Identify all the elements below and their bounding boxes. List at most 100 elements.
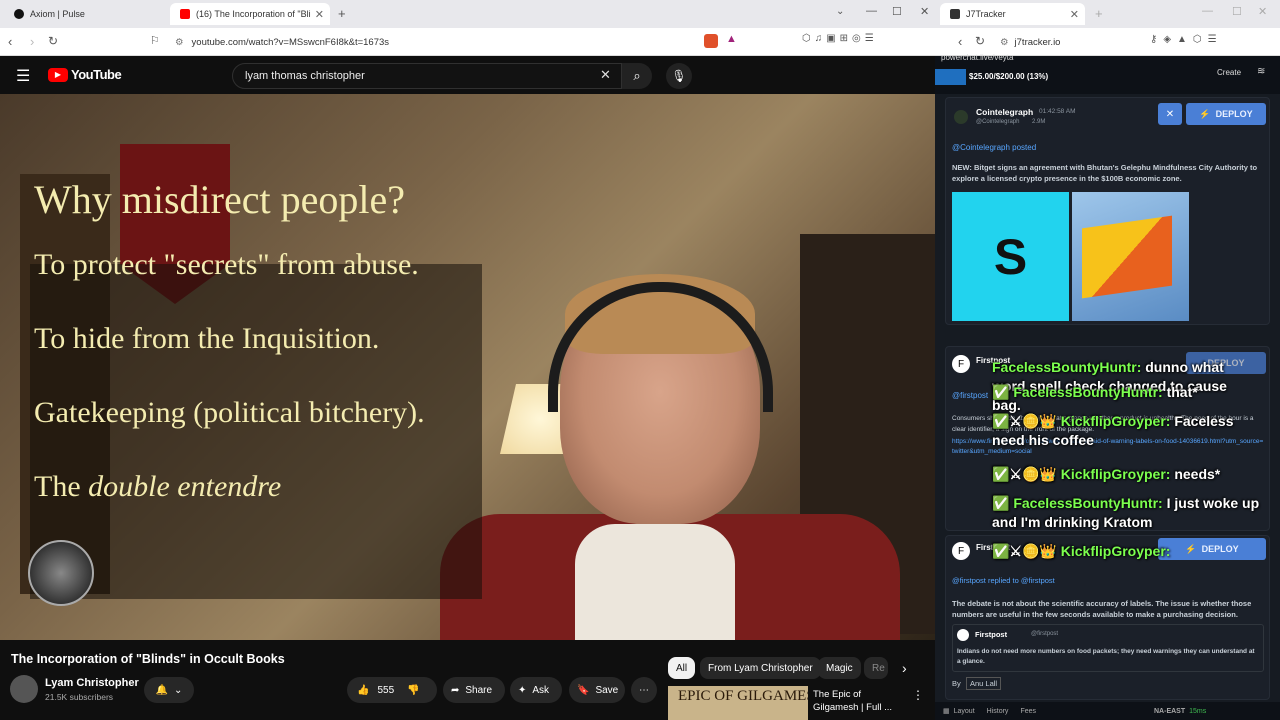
reload-icon[interactable]: ↻ [48, 34, 58, 48]
clear-search-icon[interactable]: ✕ [600, 67, 611, 83]
minimize-icon[interactable]: — [866, 5, 877, 17]
tab-label: J7Tracker [966, 9, 1006, 19]
site-info-icon[interactable]: ⚙ [175, 37, 184, 48]
reload-icon[interactable]: ↻ [975, 34, 985, 48]
more-actions-button[interactable]: ⋯ [631, 677, 657, 703]
chevron-down-icon: ⌄ [174, 684, 183, 696]
rewards-icon[interactable]: ▲ [726, 33, 737, 45]
create-button[interactable]: Create [1217, 68, 1241, 77]
save-button[interactable]: 🔖 Save [569, 677, 625, 703]
new-tab-icon[interactable]: + [1095, 6, 1103, 21]
account-name: Cointelegraph [976, 107, 1034, 117]
deploy-label: DEPLOY [1215, 109, 1253, 119]
chat-text: that* [1166, 384, 1198, 400]
share-label: Share [465, 684, 493, 696]
brave-shield-icon[interactable] [704, 34, 718, 48]
back-icon[interactable]: ‹ [8, 34, 12, 49]
channel-name[interactable]: Lyam Christopher [45, 677, 139, 689]
ping-label: 15ms [1189, 707, 1207, 715]
chip-from-channel[interactable]: From Lyam Christopher [700, 657, 821, 679]
post-cointelegraph[interactable]: Cointelegraph 01:42:58 AM @Cointelegraph… [945, 97, 1270, 325]
recommended-thumbnail[interactable]: EPIC OF GILGAMESH [668, 686, 808, 720]
url-text: youtube.com/watch?v=MSswcnF6I8k&t=1673s [191, 36, 390, 48]
thumbs-up-icon: 👍 [357, 684, 370, 696]
check-badge-icon: ✅ [992, 384, 1010, 400]
chat-username: FacelessBountyHuntr: [1013, 495, 1163, 511]
video-player[interactable]: Why misdirect people? To protect "secret… [0, 94, 935, 640]
author-name: Anu Lall [966, 677, 1002, 690]
j7tracker-favicon-icon [950, 9, 960, 19]
badge-icons: ✅⚔🪙👑 [992, 466, 1057, 482]
menu-icon[interactable]: ☰ [16, 66, 30, 86]
maximize-icon[interactable]: ☐ [1232, 5, 1242, 18]
axiom-icon [14, 9, 24, 19]
avatar[interactable] [10, 675, 38, 703]
history-button[interactable]: History [987, 708, 1009, 715]
fees-button[interactable]: Fees [1020, 708, 1036, 715]
like-button[interactable]: 👍 555 👎 [347, 677, 437, 703]
avatar [954, 110, 968, 124]
quote-text: Indians do not need more numbers on food… [957, 648, 1255, 665]
tab-axiom[interactable]: Axiom | Pulse [4, 3, 169, 25]
powerchat-label: powerchat.live/veyta [941, 53, 1014, 62]
quote-account: Firstpost [975, 630, 1008, 639]
subscriber-count: 21.5K subscribers [45, 692, 114, 702]
close-window-icon[interactable]: ✕ [920, 5, 929, 18]
ask-button[interactable]: ✦ Ask [510, 677, 562, 703]
youtube-logo[interactable]: ▶ YouTube [48, 67, 122, 82]
extension-icons[interactable]: ⚷◈▲⬡☰ [1150, 34, 1223, 45]
subscribed-button[interactable]: 🔔 ⌄ [144, 677, 194, 703]
chip-magic[interactable]: Magic [818, 657, 861, 679]
chip-partial[interactable]: Re [864, 657, 888, 679]
voice-search-button[interactable]: 🎙 [666, 63, 692, 89]
tab-youtube[interactable]: (16) The Incorporation of "Bli ✕ [170, 3, 330, 25]
tracker-footer: ▦ Layout History Fees NA-EAST 15ms [935, 702, 1280, 720]
chat-message: ✅⚔🪙👑 KickflipGroyper: needs* [992, 466, 1252, 483]
forward-icon[interactable]: › [30, 34, 34, 49]
channel-watermark-logo [28, 540, 94, 606]
chat-message: ✅⚔🪙👑 KickflipGroyper: [992, 543, 1192, 560]
tab-j7tracker[interactable]: J7Tracker ✕ [940, 3, 1085, 25]
more-icon: ⋯ [639, 684, 649, 696]
search-button[interactable]: ⌕ [622, 63, 652, 89]
search-icon: ⌕ [633, 68, 641, 83]
chat-username: FacelessBountyHuntr: [1013, 384, 1163, 400]
chip-all[interactable]: All [668, 657, 696, 679]
close-window-icon[interactable]: ✕ [1258, 5, 1267, 18]
deploy-button[interactable]: ⚡ DEPLOY [1186, 103, 1266, 125]
posted-label: @Cointelegraph posted [952, 143, 1037, 152]
site-info-icon[interactable]: ⚙ [1000, 37, 1009, 48]
youtube-play-icon: ▶ [48, 67, 68, 82]
bitget-logo-image: S [952, 192, 1069, 321]
quoted-post[interactable]: Firstpost @firstpost Indians do not need… [952, 624, 1264, 672]
layout-button[interactable]: Layout [954, 708, 975, 715]
posted-label: @firstpost [952, 391, 989, 400]
chat-text: needs* [1174, 466, 1221, 482]
new-tab-icon[interactable]: + [338, 6, 346, 21]
url-field[interactable]: ⚙ j7tracker.io [1000, 32, 1120, 52]
minimize-icon[interactable]: — [1202, 5, 1213, 17]
post-text: The debate is not about the scientific a… [952, 599, 1252, 619]
chevron-right-icon[interactable]: › [902, 660, 907, 676]
close-tab-icon[interactable]: ✕ [315, 8, 324, 21]
close-icon[interactable]: ✕ [1158, 103, 1182, 125]
chevron-down-icon[interactable]: ⌄ [836, 6, 844, 17]
close-tab-icon[interactable]: ✕ [1070, 8, 1079, 21]
layers-icon[interactable]: ≋ [1257, 66, 1265, 77]
search-input[interactable]: lyam thomas christopher [232, 63, 622, 89]
back-icon[interactable]: ‹ [958, 34, 962, 49]
thumbs-down-icon[interactable]: 👎 [407, 685, 419, 696]
url-field[interactable]: ⚙ youtube.com/watch?v=MSswcnF6I8k&t=1673… [175, 32, 695, 52]
recommended-title[interactable]: The Epic of Gilgamesh | Full ... [813, 688, 903, 714]
quote-handle: @firstpost [1031, 631, 1059, 637]
overlay-line-3: To hide from the Inquisition. [34, 322, 380, 355]
extension-icons[interactable]: ⬡♫▣⊞◎☰ [802, 33, 878, 44]
by-label: By [952, 679, 961, 688]
more-icon[interactable]: ⋮ [912, 688, 924, 702]
bookmark-icon[interactable]: ⚐ [150, 34, 160, 47]
maximize-icon[interactable]: ☐ [892, 5, 902, 18]
like-count: 555 [377, 684, 395, 696]
address-bar-row: ‹ › ↻ ⚐ ⚙ youtube.com/watch?v=MSswcnF6I8… [0, 28, 1280, 56]
overlay-line-5-b: double entendre [88, 470, 282, 503]
share-button[interactable]: ➦ Share [443, 677, 505, 703]
